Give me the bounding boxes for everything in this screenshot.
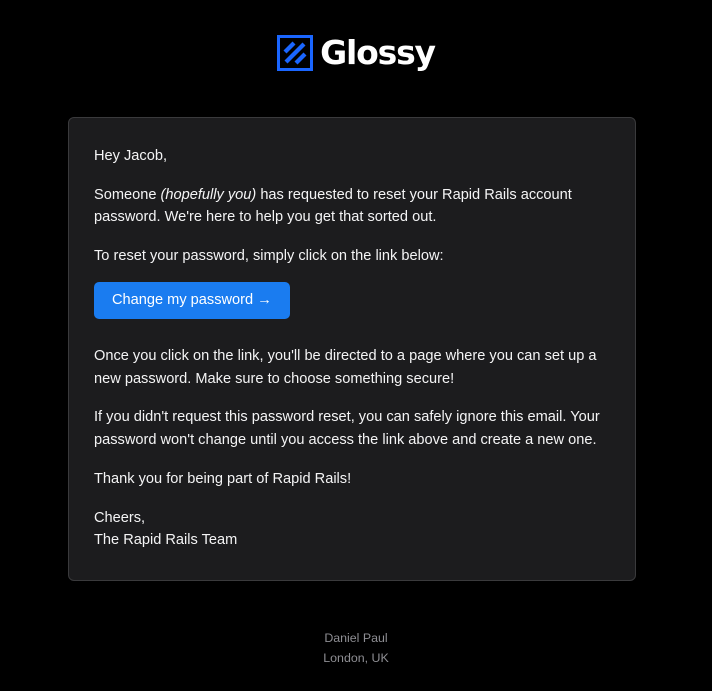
intro-text-start: Someone — [94, 186, 161, 203]
cta-container: Change my password → — [94, 282, 610, 319]
instruction-paragraph: To reset your password, simply click on … — [94, 247, 444, 264]
glossy-logo-icon — [277, 35, 314, 71]
brand-logo[interactable]: Glossy — [277, 33, 436, 73]
change-password-button[interactable]: Change my password → — [94, 282, 290, 319]
greeting: Hey Jacob, — [94, 148, 168, 164]
ignore-note-paragraph: If you didn't request this password rese… — [94, 409, 600, 448]
after-click-paragraph: Once you click on the link, you'll be di… — [94, 348, 597, 387]
signature: The Rapid Rails Team — [94, 532, 238, 548]
footer-name: Daniel Paul — [324, 631, 388, 645]
intro-paragraph: Someone (hopefully you) has requested to… — [94, 184, 610, 229]
signoff: Cheers, — [94, 509, 146, 526]
email-card: Hey Jacob, Someone (hopefully you) has r… — [68, 117, 636, 581]
email-header: Glossy — [0, 33, 712, 73]
footer-location: London, UK — [323, 651, 389, 665]
intro-emphasis: (hopefully you) — [160, 186, 257, 203]
email-footer: Daniel Paul London, UK — [0, 628, 712, 668]
brand-name: Glossy — [320, 33, 436, 72]
thanks-paragraph: Thank you for being part of Rapid Rails! — [94, 471, 352, 487]
